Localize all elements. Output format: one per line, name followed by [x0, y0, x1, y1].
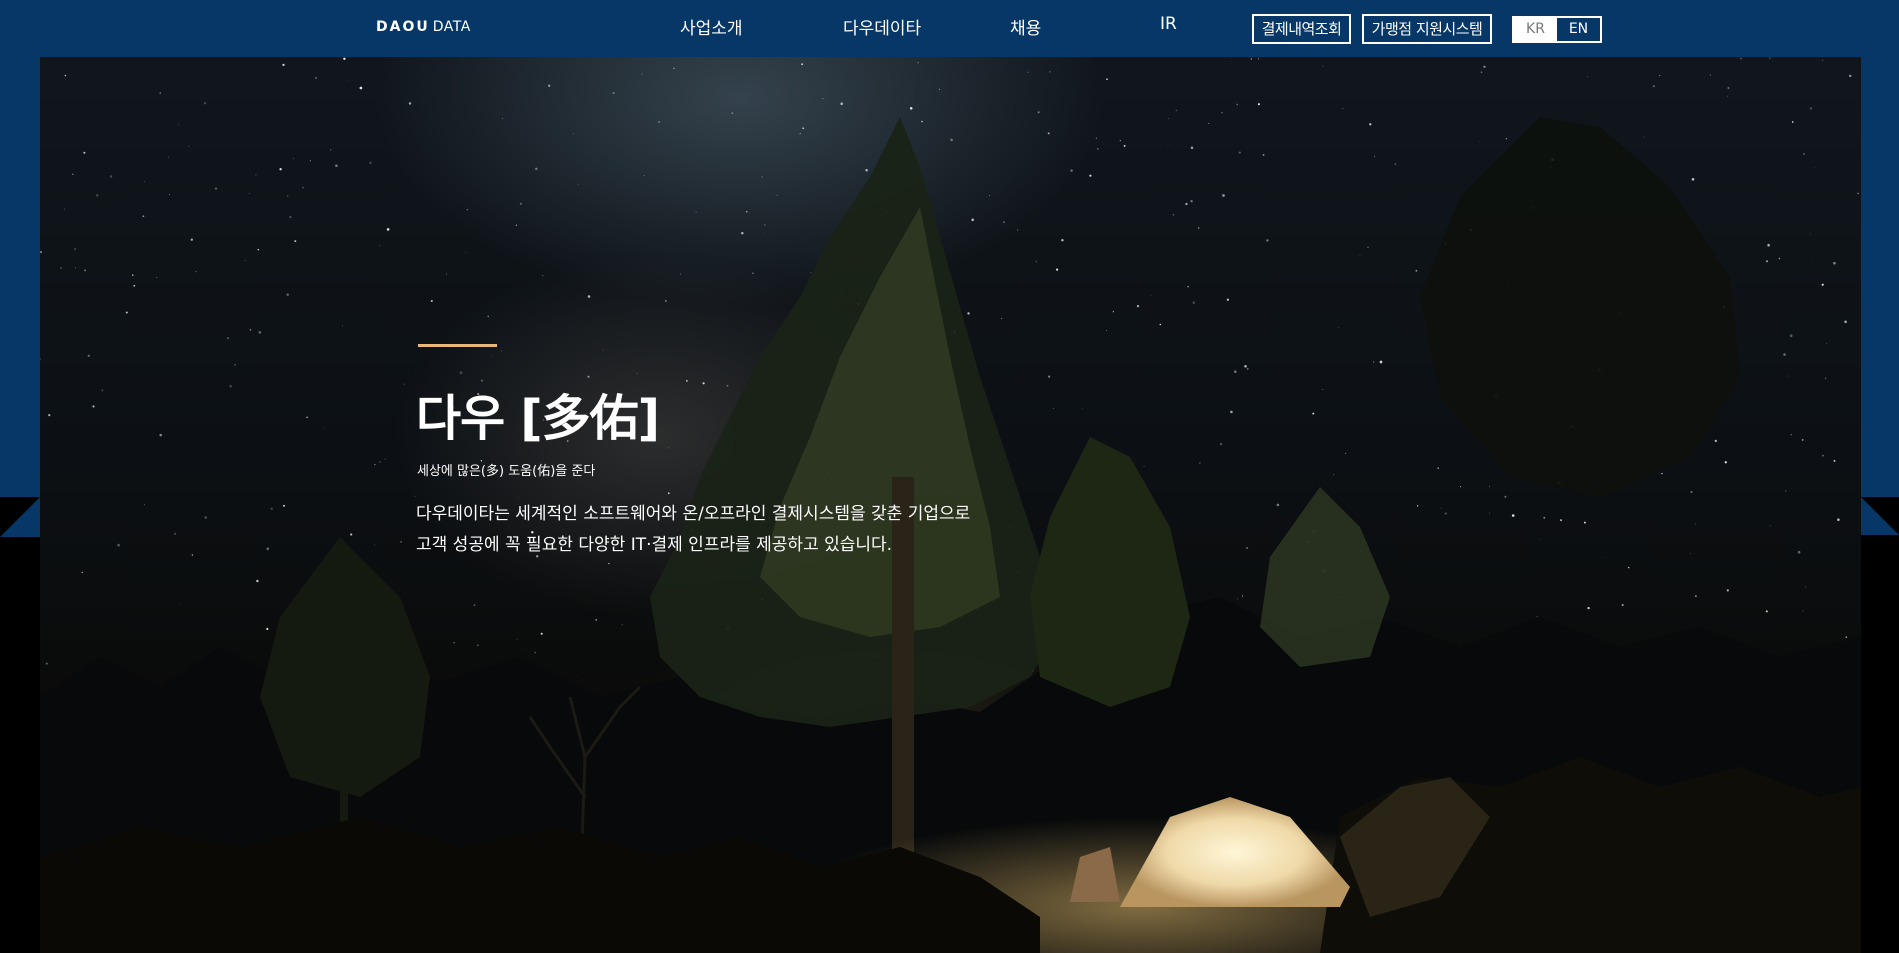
- main-nav: 사업소개 다우데이타 채용 IR: [0, 14, 1899, 40]
- site-header: DAOU DATA 사업소개 다우데이타 채용 IR 결제내역조회 가맹점 지원…: [0, 0, 1899, 57]
- nav-item-company[interactable]: 다우데이타: [843, 14, 921, 39]
- merchant-system-button[interactable]: 가맹점 지원시스템: [1362, 14, 1492, 44]
- hero-description-line-2: 고객 성공에 꼭 필요한 다양한 IT·결제 인프라를 제공하고 있습니다.: [416, 535, 893, 555]
- hero-subtitle: 세상에 많은(多) 도움(佑)을 준다: [417, 464, 596, 479]
- lang-en-button[interactable]: EN: [1557, 18, 1600, 41]
- nav-item-careers[interactable]: 채용: [1010, 14, 1041, 39]
- nav-item-ir[interactable]: IR: [1160, 14, 1177, 34]
- hero-banner: 다우 [多佑] 세상에 많은(多) 도움(佑)을 준다 다우데이타는 세계적인 …: [40, 57, 1861, 953]
- frame-left-corner: [0, 497, 40, 537]
- nav-item-business[interactable]: 사업소개: [680, 14, 743, 39]
- hero-description-line-1: 다우데이타는 세계적인 소프트웨어와 온/오프라인 결제시스템을 갖춘 기업으로: [416, 504, 971, 524]
- hero-accent-line: [418, 344, 497, 347]
- payment-lookup-button[interactable]: 결제내역조회: [1252, 14, 1351, 44]
- hero-description: 다우데이타는 세계적인 소프트웨어와 온/오프라인 결제시스템을 갖춘 기업으로…: [416, 499, 970, 561]
- lang-kr-button[interactable]: KR: [1514, 18, 1557, 41]
- frame-right-edge: [1861, 57, 1899, 497]
- language-switcher: KR EN: [1512, 16, 1602, 43]
- hero-title: 다우 [多佑]: [416, 390, 660, 447]
- frame-right-corner: [1861, 497, 1899, 535]
